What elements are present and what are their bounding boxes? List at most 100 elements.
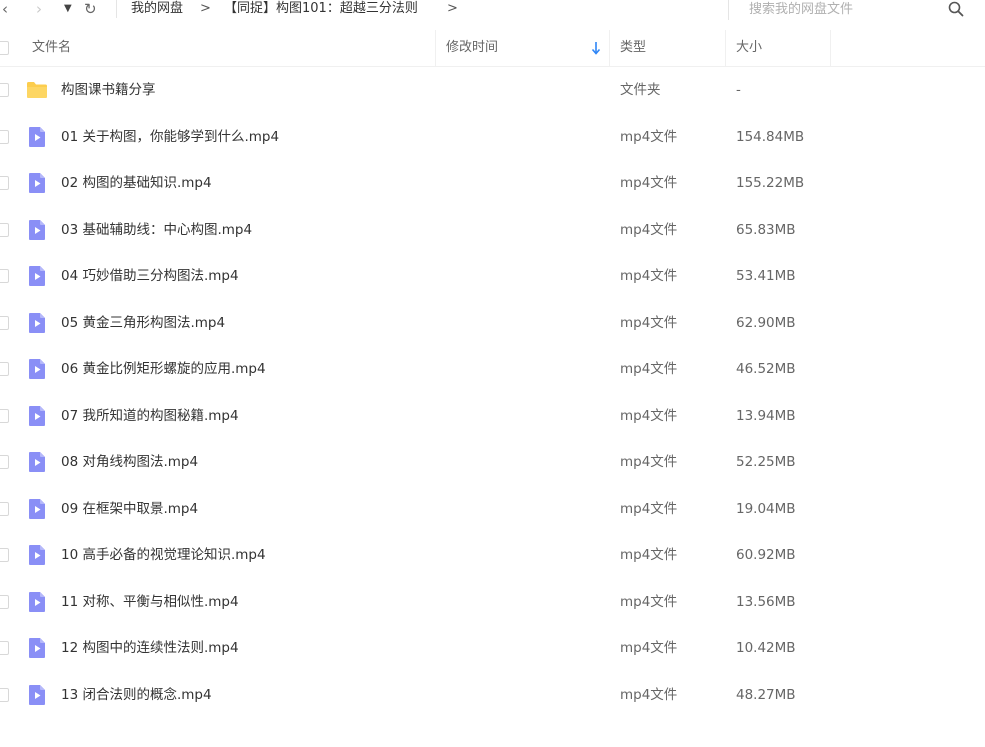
column-divider	[435, 30, 436, 66]
column-header-modified[interactable]: 修改时间	[446, 30, 498, 66]
video-file-icon	[27, 544, 47, 570]
file-type: mp4文件	[620, 221, 678, 238]
row-checkbox[interactable]	[0, 362, 9, 376]
video-file-icon	[27, 265, 47, 291]
file-type: mp4文件	[620, 314, 678, 331]
row-checkbox[interactable]	[0, 176, 9, 190]
file-type: mp4文件	[620, 361, 678, 377]
sort-arrow-icon[interactable]	[591, 41, 601, 55]
file-size: 13.94MB	[736, 407, 796, 424]
file-size: 13.56MB	[736, 593, 796, 610]
video-file-icon	[27, 126, 47, 152]
file-size: 48.27MB	[736, 686, 796, 703]
breadcrumb-separator: >	[447, 1, 458, 16]
top-bar: ‹ › ▼ ↻ 我的网盘 > 【同捉】构图101：超越三分法则 >	[0, 0, 985, 20]
file-name[interactable]: 06 黄金比例矩形螺旋的应用.mp4	[61, 346, 266, 392]
breadcrumb-separator: >	[200, 1, 211, 16]
file-name[interactable]: 02 构图的基础知识.mp4	[61, 160, 212, 206]
file-row[interactable]: 03 基础辅助线：中心构图.mp4 mp4文件 65.83MB	[0, 207, 985, 253]
file-name[interactable]: 构图课书籍分享	[61, 67, 156, 113]
video-file-icon	[27, 451, 47, 477]
file-type: mp4文件	[620, 640, 678, 656]
file-row[interactable]: 09 在框架中取景.mp4 mp4文件 19.04MB	[0, 486, 985, 532]
forward-icon[interactable]: ›	[36, 0, 42, 18]
file-size: 10.42MB	[736, 640, 796, 656]
file-list-header: 文件名 修改时间 类型 大小	[0, 30, 985, 67]
file-type: mp4文件	[620, 500, 678, 517]
file-row[interactable]: 构图课书籍分享 文件夹 -	[0, 67, 985, 113]
file-row[interactable]: 10 高手必备的视觉理论知识.mp4 mp4文件 60.92MB	[0, 532, 985, 578]
file-name[interactable]: 09 在框架中取景.mp4	[61, 486, 198, 532]
select-all-checkbox[interactable]	[0, 41, 9, 55]
file-row[interactable]: 02 构图的基础知识.mp4 mp4文件 155.22MB	[0, 160, 985, 206]
video-file-icon	[27, 219, 47, 245]
file-size: 155.22MB	[736, 175, 805, 191]
file-size: 65.83MB	[736, 221, 796, 238]
row-checkbox[interactable]	[0, 455, 9, 469]
column-header-name[interactable]: 文件名	[32, 30, 71, 66]
row-checkbox[interactable]	[0, 501, 9, 516]
file-name[interactable]: 05 黄金三角形构图法.mp4	[61, 300, 225, 346]
divider	[116, 0, 117, 18]
file-name[interactable]: 11 对称、平衡与相似性.mp4	[61, 579, 239, 625]
file-name[interactable]: 12 构图中的连续性法则.mp4	[61, 625, 239, 671]
video-file-icon	[27, 405, 47, 431]
row-checkbox[interactable]	[0, 315, 9, 330]
video-file-icon	[27, 684, 47, 710]
file-row[interactable]: 12 构图中的连续性法则.mp4 mp4文件 10.42MB	[0, 625, 985, 671]
file-row[interactable]: 08 对角线构图法.mp4 mp4文件 52.25MB	[0, 439, 985, 485]
row-checkbox[interactable]	[0, 83, 9, 97]
file-type: mp4文件	[620, 407, 678, 424]
breadcrumb-current-folder[interactable]: 【同捉】构图101：超越三分法则	[224, 0, 418, 18]
file-size: 46.52MB	[736, 361, 796, 377]
column-divider	[609, 30, 610, 66]
file-row[interactable]: 05 黄金三角形构图法.mp4 mp4文件 62.90MB	[0, 300, 985, 346]
column-divider	[725, 30, 726, 66]
file-type: mp4文件	[620, 686, 678, 703]
refresh-icon[interactable]: ↻	[84, 0, 97, 18]
file-name[interactable]: 04 巧妙借助三分构图法.mp4	[61, 253, 239, 299]
file-name[interactable]: 03 基础辅助线：中心构图.mp4	[61, 207, 252, 253]
video-file-icon	[27, 172, 47, 198]
back-icon[interactable]: ‹	[2, 0, 8, 18]
breadcrumb-root[interactable]: 我的网盘	[131, 0, 183, 18]
file-type: mp4文件	[620, 175, 678, 191]
file-row[interactable]: 07 我所知道的构图秘籍.mp4 mp4文件 13.94MB	[0, 393, 985, 439]
file-name[interactable]: 10 高手必备的视觉理论知识.mp4	[61, 532, 266, 578]
row-checkbox[interactable]	[0, 408, 9, 423]
file-name[interactable]: 08 对角线构图法.mp4	[61, 439, 198, 485]
file-type: mp4文件	[620, 593, 678, 610]
file-size: 52.25MB	[736, 454, 796, 470]
search-box	[728, 0, 985, 20]
row-checkbox[interactable]	[0, 129, 9, 144]
file-row[interactable]: 06 黄金比例矩形螺旋的应用.mp4 mp4文件 46.52MB	[0, 346, 985, 392]
column-header-type[interactable]: 类型	[620, 30, 646, 66]
file-type: mp4文件	[620, 128, 678, 145]
row-checkbox[interactable]	[0, 641, 9, 655]
file-row[interactable]: 01 关于构图，你能够学到什么.mp4 mp4文件 154.84MB	[0, 114, 985, 160]
video-file-icon	[27, 637, 47, 663]
file-size: 154.84MB	[736, 128, 805, 145]
file-size: 62.90MB	[736, 314, 796, 331]
column-header-size[interactable]: 大小	[736, 30, 762, 66]
file-type: mp4文件	[620, 547, 678, 563]
file-name[interactable]: 13 闭合法则的概念.mp4	[61, 672, 212, 718]
row-checkbox[interactable]	[0, 687, 9, 702]
file-size: 19.04MB	[736, 500, 796, 517]
file-row[interactable]: 13 闭合法则的概念.mp4 mp4文件 48.27MB	[0, 672, 985, 718]
file-row[interactable]: 11 对称、平衡与相似性.mp4 mp4文件 13.56MB	[0, 579, 985, 625]
row-checkbox[interactable]	[0, 594, 9, 609]
row-checkbox[interactable]	[0, 222, 9, 237]
row-checkbox[interactable]	[0, 269, 9, 283]
chevron-down-icon[interactable]: ▼	[64, 0, 72, 18]
file-type: 文件夹	[620, 82, 661, 98]
search-icon[interactable]	[947, 0, 965, 18]
search-input[interactable]	[749, 0, 939, 18]
file-name[interactable]: 07 我所知道的构图秘籍.mp4	[61, 393, 239, 439]
row-checkbox[interactable]	[0, 548, 9, 562]
file-size: 53.41MB	[736, 268, 796, 284]
file-name[interactable]: 01 关于构图，你能够学到什么.mp4	[61, 114, 279, 160]
file-row[interactable]: 04 巧妙借助三分构图法.mp4 mp4文件 53.41MB	[0, 253, 985, 299]
folder-icon	[26, 80, 48, 104]
file-type: mp4文件	[620, 268, 678, 284]
